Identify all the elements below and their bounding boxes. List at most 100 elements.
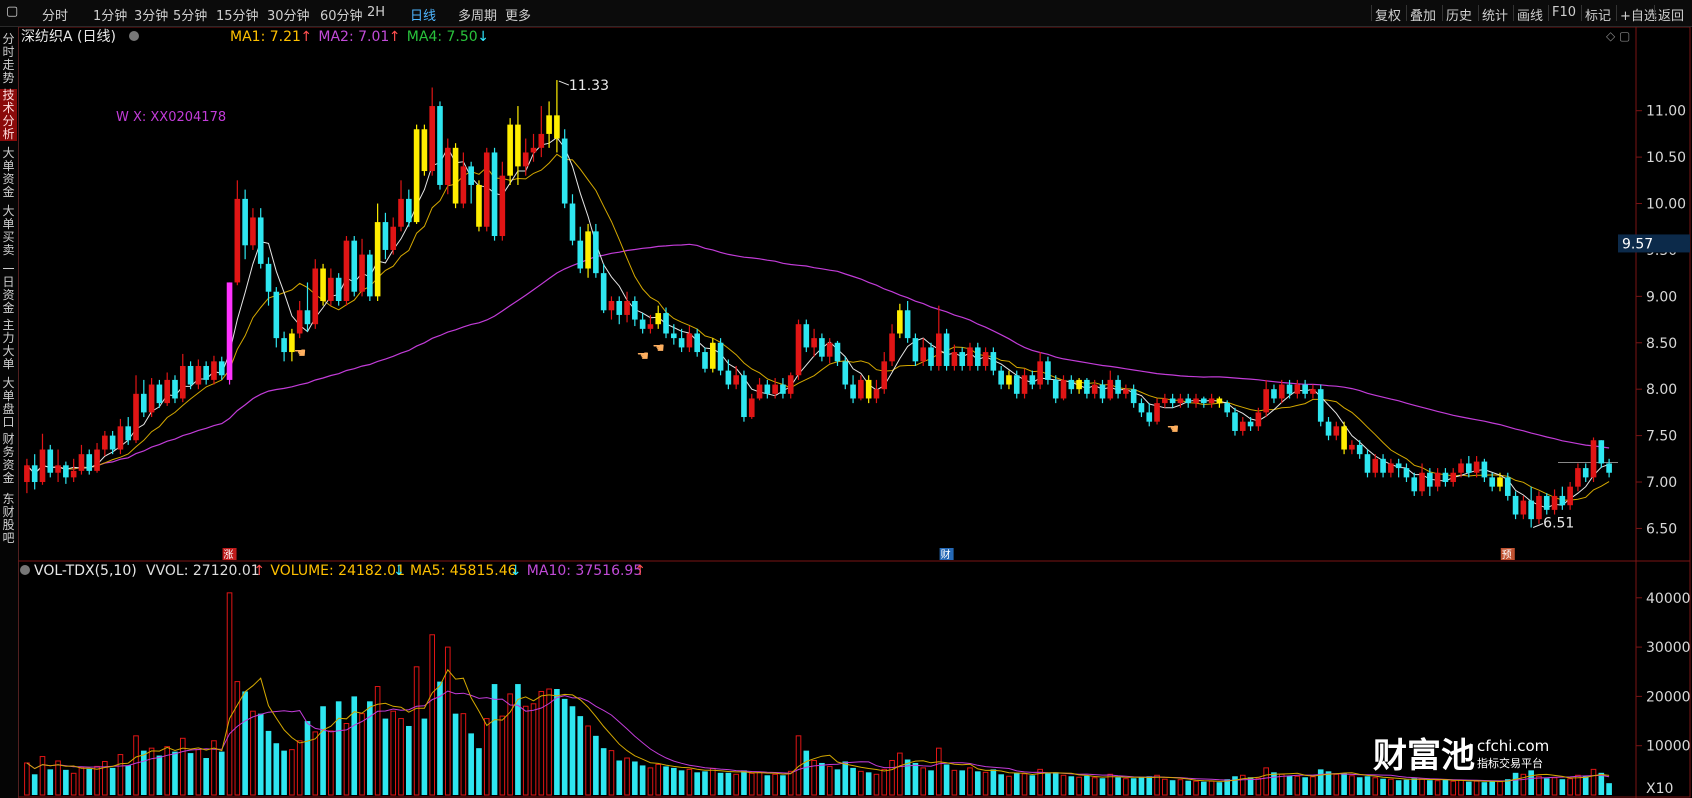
candle-body: [834, 342, 841, 362]
period-tab-3[interactable]: 5分钟: [173, 5, 207, 24]
candle-body: [1239, 421, 1246, 431]
period-tab-9[interactable]: 多周期: [458, 5, 497, 24]
volume-bar: [881, 768, 888, 796]
volume-bar: [24, 762, 30, 796]
volume-bar: [1349, 775, 1355, 796]
event-marker-label-0: 涨: [224, 549, 234, 561]
toolbar-button-5[interactable]: F10: [1552, 5, 1576, 20]
volume-bar: [141, 750, 147, 795]
candle-body: [141, 393, 147, 413]
period-tab-7[interactable]: 2H: [367, 5, 385, 20]
candle-body: [585, 231, 591, 269]
period-tab-10[interactable]: 更多: [505, 5, 531, 24]
volume-bar: [47, 769, 54, 795]
candle-body: [1130, 389, 1137, 404]
candle-body: [959, 352, 965, 366]
side-tab-6[interactable]: 大单盘口: [0, 377, 17, 429]
toolbar-button-3[interactable]: 统计: [1482, 5, 1508, 24]
candle-body: [281, 338, 287, 353]
volume-bar: [717, 772, 724, 795]
volume-bar: [1590, 768, 1597, 796]
event-marker-label-2: 预: [1502, 549, 1512, 561]
volume-bar: [998, 774, 1004, 795]
panel-expand-icon[interactable]: ◇ ▢: [1606, 29, 1630, 43]
candle-body: [608, 301, 615, 311]
volume-bar: [647, 767, 654, 796]
volume-bar: [179, 737, 186, 796]
side-tab-4[interactable]: 一日资金: [0, 263, 17, 315]
volume-bar: [1185, 780, 1192, 795]
volume-bar: [725, 772, 732, 795]
volume-bar: [709, 767, 716, 796]
brand-site: cfchi.com: [1477, 737, 1549, 755]
candle-body: [1473, 461, 1480, 473]
volume-bar: [780, 775, 786, 795]
low-pointer: [1532, 523, 1544, 528]
period-tab-0[interactable]: 分时: [42, 5, 68, 24]
volume-bar: [1310, 776, 1316, 796]
candle-body: [873, 389, 880, 399]
candle-body: [1333, 426, 1340, 436]
ma-legend-item-1: MA2: 7.01: [318, 29, 389, 45]
kline-chart[interactable]: 深纺织A (日线) MA1: 7.21 ↑ MA2: 7.01 ↑ MA4: 7.50 ↓…: [18, 27, 1692, 798]
volume-bar: [663, 766, 669, 795]
volume-bar: [1450, 780, 1457, 796]
volume-bar: [967, 767, 973, 796]
toolbar-button-1[interactable]: 叠加: [1410, 5, 1436, 24]
period-tab-8[interactable]: 日线: [410, 5, 436, 24]
candle-body: [1442, 472, 1449, 483]
period-tab-4[interactable]: 15分钟: [216, 5, 259, 24]
candle-body: [936, 333, 942, 366]
candle-body: [1029, 375, 1036, 385]
side-tab-3[interactable]: 大单买卖: [0, 205, 17, 257]
candle-body: [1489, 477, 1495, 487]
toolbar-button-0[interactable]: 复权: [1375, 5, 1401, 24]
period-menu-icon[interactable]: ▢: [6, 4, 18, 19]
candle-body: [304, 310, 311, 325]
toolbar-button-7[interactable]: +自选: [1620, 5, 1657, 24]
toolbar-button-6[interactable]: 标记: [1585, 5, 1611, 24]
period-tab-1[interactable]: 1分钟: [93, 5, 127, 24]
side-tab-0[interactable]: 分时走势: [0, 33, 17, 85]
volume-bar: [421, 718, 428, 795]
volume-bar: [491, 684, 498, 795]
candle-body: [1154, 403, 1160, 422]
candle-body: [1310, 389, 1316, 394]
volume-bar: [897, 752, 903, 796]
candle-body: [1185, 398, 1192, 404]
side-tab-1[interactable]: 技术分析: [0, 89, 17, 141]
toolbar-button-4[interactable]: 画线: [1517, 5, 1543, 24]
candle-body: [858, 379, 864, 399]
toolbar-button-8[interactable]: 返回: [1658, 5, 1684, 24]
side-tab-2[interactable]: 大单资金: [0, 147, 17, 199]
candle-body: [546, 115, 552, 134]
side-tab-7[interactable]: 财务资金: [0, 433, 17, 485]
volume-bar: [865, 772, 872, 795]
ma-legend-item-0: MA1: 7.21: [230, 29, 301, 45]
period-tab-2[interactable]: 3分钟: [134, 5, 168, 24]
period-tab-5[interactable]: 30分钟: [267, 5, 310, 24]
volume-bar: [1536, 775, 1542, 796]
volume-bar: [429, 634, 435, 796]
volume-bar: [304, 721, 311, 795]
volume-toggle-icon[interactable]: [20, 565, 30, 575]
side-tab-8[interactable]: 东财股吧: [0, 493, 17, 545]
indicator-toggle-icon[interactable]: [129, 31, 139, 41]
volume-bar: [1177, 779, 1184, 796]
volume-bar: [1582, 776, 1589, 795]
volume-bar: [1091, 777, 1098, 796]
toolbar-button-2[interactable]: 历史: [1446, 5, 1472, 24]
candle-body: [172, 379, 178, 399]
volume-bar: [834, 769, 841, 795]
period-tab-6[interactable]: 60分钟: [320, 5, 363, 24]
volume-bar: [920, 767, 927, 796]
volume-bar: [904, 759, 911, 795]
volume-bar: [686, 768, 693, 796]
candle-body: [1536, 495, 1542, 520]
candle-body: [1076, 379, 1082, 390]
candle-body: [530, 147, 537, 153]
volume-bar: [289, 749, 295, 796]
side-tab-5[interactable]: 主力大单: [0, 319, 17, 371]
volume-bar: [1216, 782, 1223, 795]
volume-bar: [31, 774, 38, 795]
